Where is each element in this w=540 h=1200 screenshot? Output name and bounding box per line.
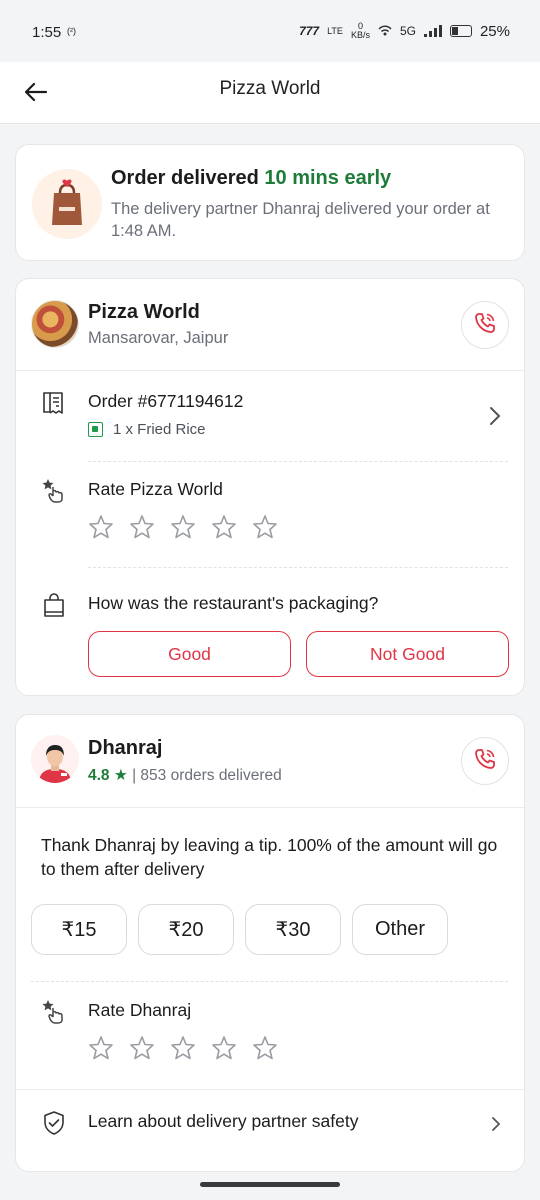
lte-label: LTE	[327, 26, 343, 36]
veg-indicator-icon	[88, 422, 103, 437]
delivery-status-subtitle: The delivery partner Dhanraj delivered y…	[111, 200, 490, 240]
delivery-partner-meta: 4.8 ★ | 853 orders delivered	[88, 767, 282, 784]
divider	[16, 807, 524, 808]
call-delivery-partner-button[interactable]	[461, 737, 509, 785]
early-badge: 10 mins early	[264, 167, 392, 189]
orders-delivered: 853 orders delivered	[140, 767, 282, 784]
phone-icon	[473, 747, 497, 776]
restaurant-rating-stars[interactable]	[88, 514, 278, 540]
packaging-not-good-button[interactable]: Not Good	[306, 631, 509, 677]
delivery-bag-icon	[32, 169, 102, 239]
star-icon[interactable]	[88, 1035, 114, 1061]
net-speed: 0 KB/s	[350, 21, 370, 40]
delivery-status-card: Order delivered 10 mins early The delive…	[15, 144, 525, 261]
divider	[16, 370, 524, 371]
status-bar: 1:55 (²) 777 LTE 0 KB/s 5G 25%	[0, 0, 540, 62]
page-title: Pizza World	[219, 78, 321, 99]
rate-star-hand-icon	[40, 998, 68, 1026]
star-icon[interactable]	[170, 1035, 196, 1061]
hotspot-icon: (²)	[67, 26, 76, 36]
network-type: 5G	[399, 24, 416, 38]
delivery-partner-rating-stars[interactable]	[88, 1035, 278, 1061]
star-icon[interactable]	[129, 1035, 155, 1061]
phone-icon	[473, 311, 497, 340]
star-icon[interactable]	[88, 514, 114, 540]
tip-message: Thank Dhanraj by leaving a tip. 100% of …	[41, 835, 498, 879]
dashed-divider	[88, 461, 508, 462]
dashed-divider	[31, 981, 508, 982]
shopping-bag-icon	[40, 591, 68, 619]
restaurant-location: Mansarovar, Jaipur	[88, 329, 229, 347]
tip-option-15[interactable]: ₹15	[31, 904, 127, 955]
restaurant-name: Pizza World	[88, 301, 200, 323]
chevron-right-icon[interactable]	[488, 405, 502, 432]
divider	[16, 1089, 524, 1090]
delivery-status-title: Order delivered 10 mins early	[111, 167, 392, 189]
delivery-partner-avatar	[31, 735, 79, 783]
tip-option-other[interactable]: Other	[352, 904, 448, 955]
restaurant-card: Pizza World Mansarovar, Jaipur Order #67…	[15, 278, 525, 696]
rate-star-hand-icon	[40, 477, 68, 505]
volte-icon: 777	[299, 24, 320, 38]
order-item: 1 x Fried Rice	[113, 421, 206, 438]
call-restaurant-button[interactable]	[461, 301, 509, 349]
star-icon[interactable]	[170, 514, 196, 540]
rate-delivery-partner-label: Rate Dhanraj	[88, 1000, 192, 1020]
order-number-link[interactable]: Order #6771194612	[88, 391, 243, 412]
tip-option-30[interactable]: ₹30	[245, 904, 341, 955]
delivery-partner-name: Dhanraj	[88, 737, 163, 759]
status-icons: 777 LTE 0 KB/s 5G 25%	[299, 22, 510, 40]
wifi-icon	[378, 24, 392, 39]
shield-icon	[40, 1109, 68, 1137]
star-icon[interactable]	[252, 514, 278, 540]
signal-icon	[423, 25, 442, 37]
app-bar: Pizza World	[0, 62, 540, 124]
safety-link[interactable]: Learn about delivery partner safety	[88, 1111, 358, 1132]
packaging-question: How was the restaurant's packaging?	[88, 593, 379, 613]
packaging-good-button[interactable]: Good	[88, 631, 291, 677]
dashed-divider	[88, 567, 508, 568]
star-icon[interactable]	[252, 1035, 278, 1061]
delivery-partner-rating: 4.8 ★	[88, 767, 128, 784]
tip-option-20[interactable]: ₹20	[138, 904, 234, 955]
star-icon[interactable]	[211, 1035, 237, 1061]
status-time: 1:55	[32, 24, 62, 41]
receipt-icon	[40, 389, 68, 417]
tip-options: ₹15 ₹20 ₹30 Other	[31, 904, 448, 955]
delivery-partner-card: Dhanraj 4.8 ★ | 853 orders delivered Tha…	[15, 714, 525, 1172]
star-icon[interactable]	[211, 514, 237, 540]
chevron-right-icon[interactable]	[490, 1115, 502, 1138]
restaurant-avatar	[31, 300, 79, 348]
star-icon[interactable]	[129, 514, 155, 540]
battery-percent: 25%	[479, 22, 510, 40]
home-indicator[interactable]	[200, 1182, 340, 1187]
battery-icon	[449, 25, 472, 37]
rate-restaurant-label: Rate Pizza World	[88, 479, 223, 499]
